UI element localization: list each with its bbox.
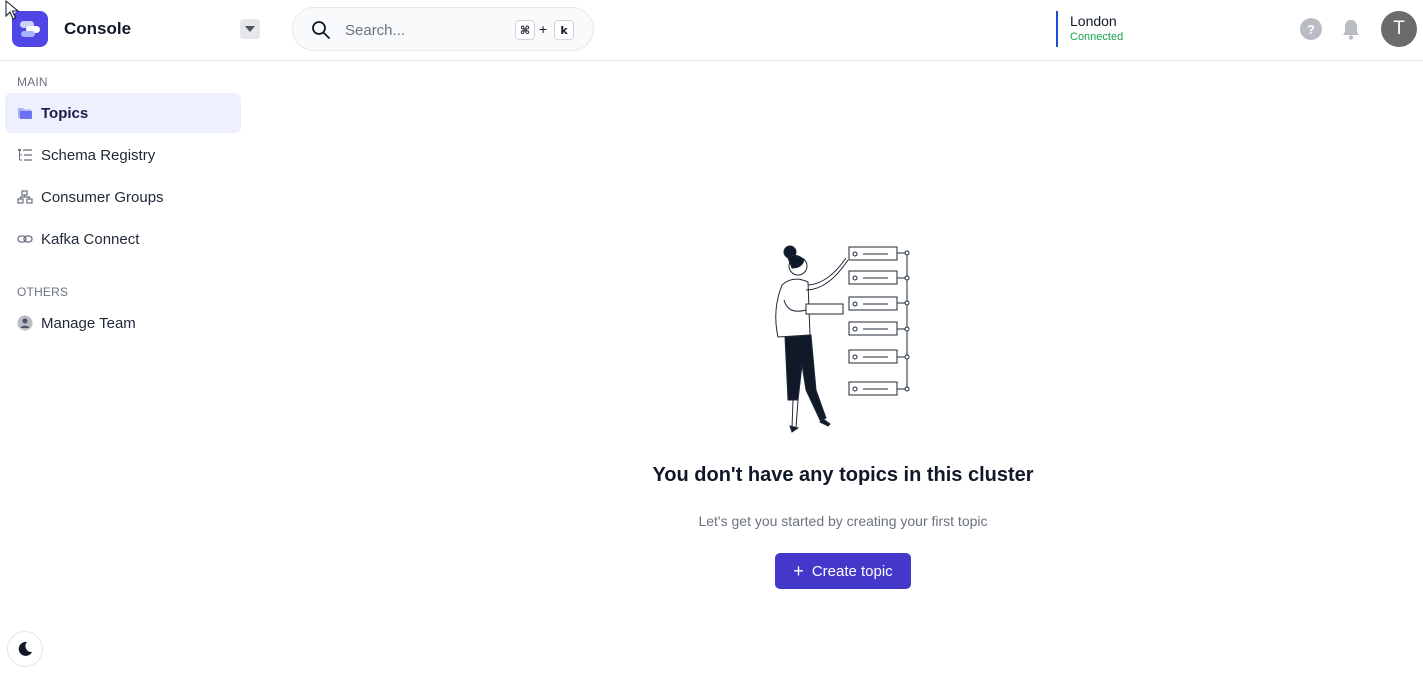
empty-state-subtitle: Let's get you started by creating your f… [698,513,988,529]
empty-state-illustration [775,245,910,433]
sidebar-item-schema-registry[interactable]: Schema Registry [5,135,241,175]
create-topic-button[interactable]: + Create topic [775,553,911,589]
schema-tree-icon [17,147,33,163]
plus-icon: + [793,561,804,581]
bell-icon[interactable] [1340,17,1362,41]
sidebar-section-main: MAIN [17,75,48,89]
link-icon [17,231,33,247]
search-input[interactable] [345,19,505,41]
shortcut-cmd-key: ⌘ [515,20,535,40]
hierarchy-icon [17,189,33,205]
top-bar: Console ⌘ + k London Connected ? T [0,0,1423,61]
app-switcher-dropdown[interactable] [240,19,260,39]
cluster-selector[interactable]: London Connected [1056,11,1123,47]
theme-toggle-button[interactable] [7,631,43,667]
sidebar-item-label: Manage Team [41,314,136,332]
search-icon [312,21,330,39]
create-topic-label: Create topic [811,562,893,580]
sidebar-item-label: Topics [41,104,89,122]
sidebar-item-label: Consumer Groups [41,188,164,206]
sidebar-item-consumer-groups[interactable]: Consumer Groups [5,177,241,217]
shortcut-plus: + [539,21,548,37]
folder-icon [17,105,33,121]
app-title: Console [64,19,132,38]
sidebar-item-kafka-connect[interactable]: Kafka Connect [5,219,241,259]
mouse-cursor-icon [5,0,19,20]
cluster-status: Connected [1070,31,1124,43]
shortcut-k-key: k [554,20,574,40]
caret-down-icon [245,26,255,32]
cluster-name: London [1070,13,1117,29]
moon-icon [18,641,32,656]
sidebar-item-label: Schema Registry [41,146,156,164]
sidebar-section-others: OTHERS [17,285,69,299]
sidebar-item-label: Kafka Connect [41,230,140,248]
help-icon[interactable]: ? [1300,18,1322,40]
user-avatar[interactable]: T [1381,11,1417,47]
sidebar-item-topics[interactable]: Topics [5,93,241,133]
empty-state-title: You don't have any topics in this cluste… [652,464,1034,486]
user-circle-icon [17,315,33,331]
search-bar[interactable]: ⌘ + k [292,7,594,51]
logo-icon [20,21,40,37]
sidebar-item-manage-team[interactable]: Manage Team [5,303,241,343]
